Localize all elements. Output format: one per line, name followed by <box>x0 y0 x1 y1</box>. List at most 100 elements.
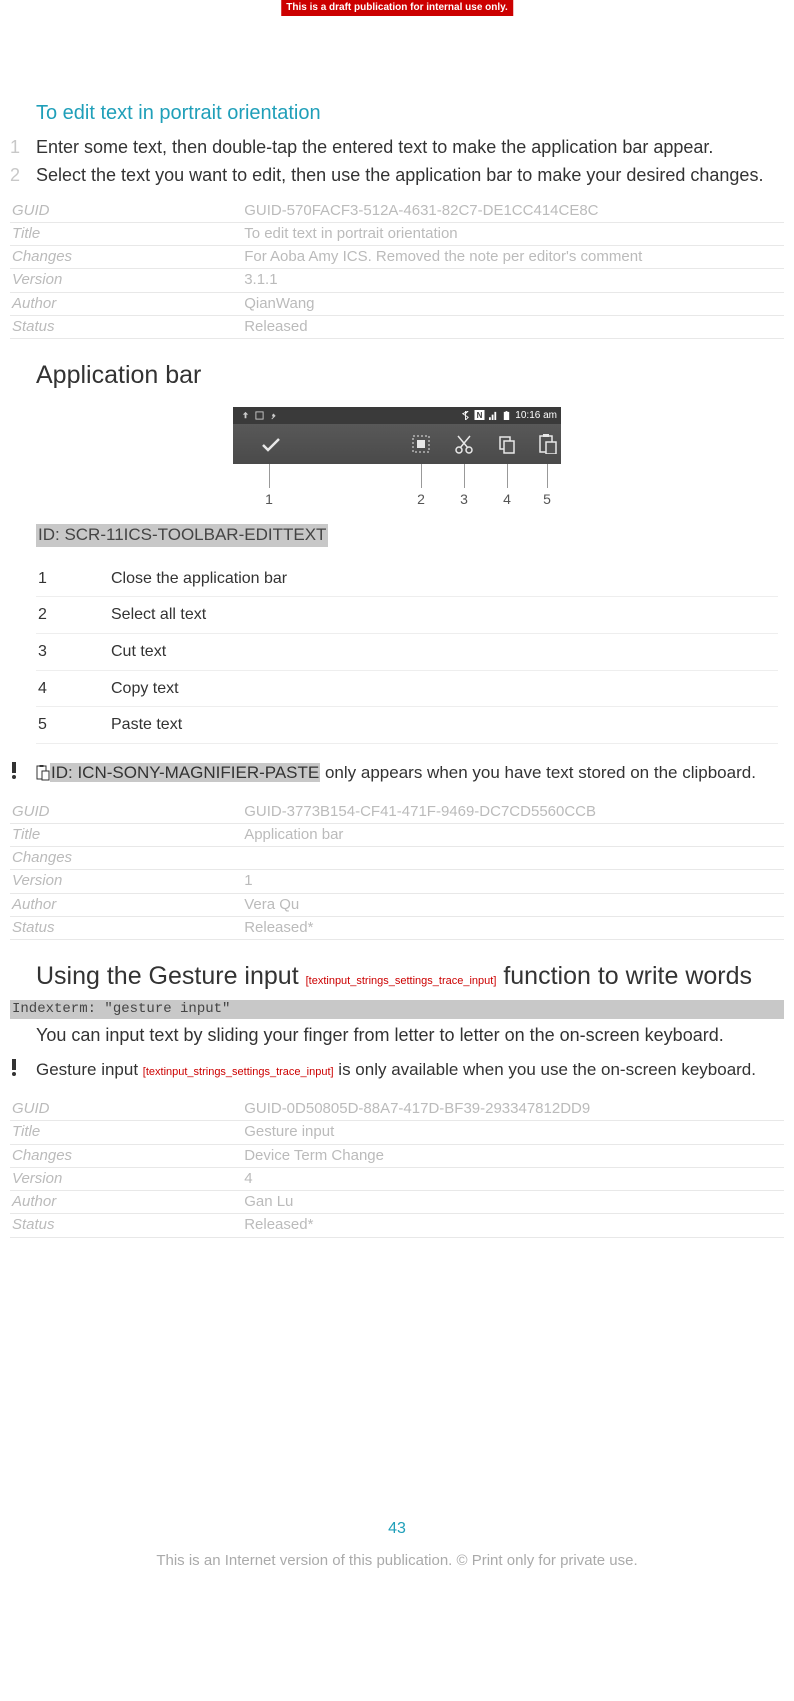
section3-body: You can input text by sliding your finge… <box>36 1023 784 1047</box>
meta-key: Status <box>10 1214 242 1237</box>
status-left-group <box>241 411 278 420</box>
meta-key: Changes <box>10 246 242 269</box>
meta-val: Released* <box>242 1214 784 1237</box>
title-part-a: Using the Gesture input <box>36 962 306 990</box>
note-ref: [textinput_strings_settings_trace_input] <box>143 1066 334 1078</box>
note-text: only appears when you have text stored o… <box>320 763 756 782</box>
footer-text: This is an Internet version of this publ… <box>10 1551 784 1571</box>
note-row: Gesture input [textinput_strings_setting… <box>10 1059 784 1084</box>
title-part-b: function to write words <box>496 962 752 990</box>
app-toolbar <box>233 424 561 464</box>
meta-val: GUID-570FACF3-512A-4631-82C7-DE1CC414CE8… <box>242 200 784 223</box>
paste-slot <box>529 424 565 464</box>
meta-key: Author <box>10 292 242 315</box>
meta-val: Gan Lu <box>242 1191 784 1214</box>
legend-num: 2 <box>36 597 106 634</box>
callout-num: 2 <box>417 490 425 509</box>
meta-val: 3.1.1 <box>242 269 784 292</box>
svg-text:N: N <box>477 411 483 420</box>
meta-val: GUID-0D50805D-88A7-417D-BF39-293347812DD… <box>242 1098 784 1121</box>
copy-icon <box>497 434 517 454</box>
upload-icon <box>241 411 250 420</box>
signal-icon <box>489 411 498 420</box>
step-item: 2Select the text you want to edit, then … <box>10 163 784 187</box>
page-content: To edit text in portrait orientation 1En… <box>0 0 794 1591</box>
callout-line <box>421 464 422 488</box>
meta-val: 4 <box>242 1167 784 1190</box>
callout-line <box>269 464 270 488</box>
section1-meta-table: GUIDGUID-570FACF3-512A-4631-82C7-DE1CC41… <box>10 200 784 340</box>
note-mark <box>10 762 36 787</box>
important-icon <box>10 762 18 780</box>
callout-num: 5 <box>543 490 551 509</box>
page-number: 43 <box>10 1518 784 1540</box>
meta-key: Title <box>10 823 242 846</box>
meta-val: Gesture input <box>242 1121 784 1144</box>
meta-key: GUID <box>10 1098 242 1121</box>
meta-val: Application bar <box>242 823 784 846</box>
legend-text: Select all text <box>106 597 778 634</box>
meta-key: Changes <box>10 1144 242 1167</box>
close-slot <box>253 424 289 464</box>
copy-slot <box>489 424 525 464</box>
legend-num: 3 <box>36 633 106 670</box>
step-text: Select the text you want to edit, then u… <box>36 163 784 187</box>
paste-icon <box>537 434 557 454</box>
section2-title: Application bar <box>36 359 784 393</box>
legend-table: 1Close the application bar 2Select all t… <box>36 561 778 744</box>
section3-meta-table: GUIDGUID-0D50805D-88A7-417D-BF39-2933478… <box>10 1098 784 1238</box>
meta-val: Device Term Change <box>242 1144 784 1167</box>
legend-text: Close the application bar <box>106 561 778 597</box>
info-icon <box>269 411 278 420</box>
meta-val: 1 <box>242 870 784 893</box>
meta-key: Author <box>10 1191 242 1214</box>
meta-val: Released <box>242 315 784 338</box>
step-number: 1 <box>10 135 36 159</box>
callout-line <box>507 464 508 488</box>
cut-slot <box>446 424 482 464</box>
meta-val: Vera Qu <box>242 893 784 916</box>
meta-key: Status <box>10 916 242 939</box>
callout-line <box>547 464 548 488</box>
meta-key: Title <box>10 1121 242 1144</box>
step-number: 2 <box>10 163 36 187</box>
legend-num: 5 <box>36 707 106 744</box>
nfc-icon: N <box>474 410 485 420</box>
meta-val: For Aoba Amy ICS. Removed the note per e… <box>242 246 784 269</box>
meta-val: GUID-3773B154-CF41-471F-9469-DC7CD5560CC… <box>242 801 784 824</box>
meta-key: GUID <box>10 200 242 223</box>
cut-icon <box>454 434 474 454</box>
section2-meta-table: GUIDGUID-3773B154-CF41-471F-9469-DC7CD55… <box>10 801 784 941</box>
callout-num: 1 <box>265 490 273 509</box>
callout-num: 4 <box>503 490 511 509</box>
meta-val <box>242 847 784 870</box>
callout-num: 3 <box>460 490 468 509</box>
callout-line <box>464 464 465 488</box>
legend-text: Copy text <box>106 670 778 707</box>
screenshot-id: ID: SCR-11ICS-TOOLBAR-EDITTEXT <box>36 524 328 547</box>
meta-key: Version <box>10 870 242 893</box>
note-body: ID: ICN-SONY-MAGNIFIER-PASTE only appear… <box>36 762 784 785</box>
step-item: 1Enter some text, then double-tap the en… <box>10 135 784 159</box>
title-ref: [textinput_strings_settings_trace_input] <box>306 975 497 987</box>
meta-key: Changes <box>10 847 242 870</box>
note-icon-id: ID: ICN-SONY-MAGNIFIER-PASTE <box>50 763 320 782</box>
status-time: 10:16 am <box>515 409 557 423</box>
meta-key: Version <box>10 269 242 292</box>
paste-inline-icon <box>36 765 50 781</box>
meta-val: Released* <box>242 916 784 939</box>
meta-key: Version <box>10 1167 242 1190</box>
check-icon <box>259 432 283 456</box>
meta-key: Author <box>10 893 242 916</box>
meta-key: Status <box>10 315 242 338</box>
draft-banner: This is a draft publication for internal… <box>281 0 513 16</box>
screen-icon <box>255 411 264 420</box>
section1-title: To edit text in portrait orientation <box>36 100 784 127</box>
note-part-b: is only available when you use the on-sc… <box>334 1060 756 1079</box>
legend-text: Cut text <box>106 633 778 670</box>
battery-icon <box>502 411 511 420</box>
legend-num: 1 <box>36 561 106 597</box>
note-row: ID: ICN-SONY-MAGNIFIER-PASTE only appear… <box>10 762 784 787</box>
note-part-a: Gesture input <box>36 1060 143 1079</box>
callout-bar: 1 2 3 4 5 <box>233 464 561 510</box>
